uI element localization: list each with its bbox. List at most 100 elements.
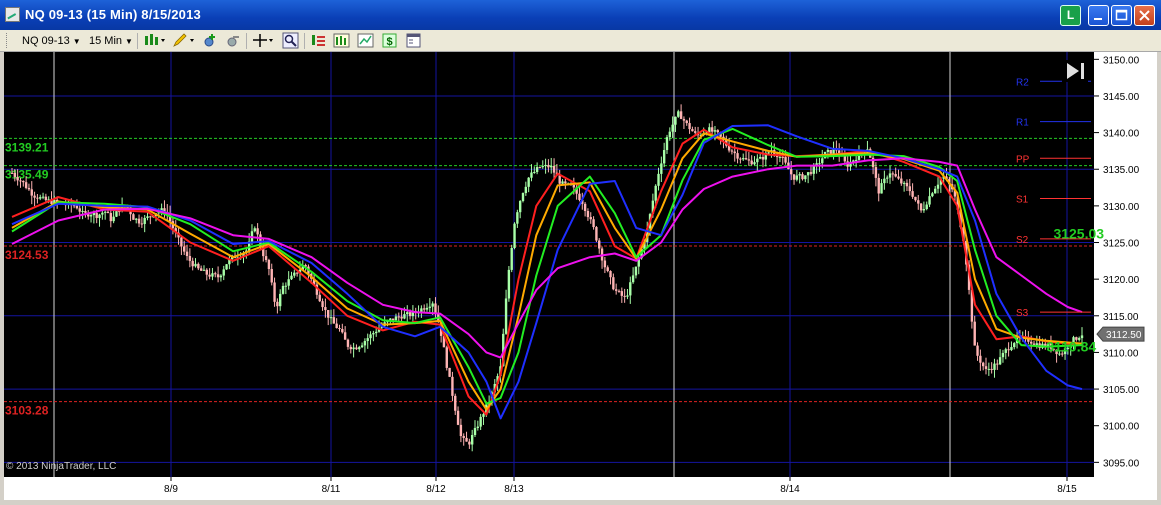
x-tick-label: 8/13 [504, 484, 524, 495]
zoom-out-button[interactable] [224, 32, 241, 49]
price-bar-body [922, 209, 926, 211]
price-bar-body [996, 363, 999, 365]
price-bar-body [694, 131, 697, 133]
price-bar-body [739, 158, 742, 160]
indicators-button[interactable] [310, 32, 327, 49]
price-bar-body [527, 177, 530, 187]
price-annotation: 3110.84 [1046, 339, 1096, 355]
price-bar-body [894, 173, 897, 177]
price-bar-body [671, 124, 674, 132]
data-box-button[interactable] [405, 32, 422, 49]
close-button[interactable] [1134, 5, 1155, 26]
price-bar-body [612, 277, 615, 290]
level-label: 3124.53 [5, 248, 49, 262]
chart-canvas[interactable]: 3139.213135.493124.533103.28 R2R1PPS1S2S… [4, 52, 1157, 500]
price-bar-body [106, 211, 110, 214]
maximize-button[interactable] [1111, 5, 1132, 26]
x-tick-label: 8/14 [780, 484, 800, 495]
price-bar-body [736, 153, 739, 159]
price-bar-body [742, 158, 745, 160]
y-tick-label: 3110.00 [1103, 348, 1139, 359]
price-bar-body [199, 268, 203, 271]
price-bar-body [1029, 341, 1033, 344]
price-bar-body [900, 178, 903, 184]
end-bar-icon [1081, 63, 1084, 79]
y-tick-label: 3115.00 [1103, 312, 1139, 323]
zoom-out-icon [227, 36, 239, 47]
price-bar-body [400, 316, 403, 319]
price-bar-body [818, 163, 821, 165]
price-bar-body [318, 294, 321, 302]
strategies-icon [333, 33, 350, 48]
price-bar-body [891, 173, 895, 175]
chevron-down-icon: ▼ [72, 37, 81, 46]
scroll-to-end-button[interactable] [1062, 60, 1088, 82]
price-bar-body [544, 164, 547, 167]
price-bar-body [343, 332, 347, 340]
price-bar-body [925, 204, 928, 210]
price-bar-body [987, 368, 991, 370]
price-bar-body [281, 285, 285, 294]
price-bar-body [598, 240, 601, 249]
price-bar-body [629, 282, 632, 296]
price-bar-body [295, 272, 299, 274]
price-bar-body [507, 269, 511, 299]
chart-properties-icon [357, 33, 374, 48]
price-bar-body [812, 166, 815, 174]
drawing-tools-button[interactable] [171, 32, 197, 49]
chart-properties-button[interactable] [357, 32, 374, 49]
chart-style-button[interactable] [142, 32, 168, 49]
price-bar-body [202, 269, 206, 271]
strategies-button[interactable] [333, 32, 350, 49]
price-bar-body [406, 312, 409, 315]
price-bar-body [677, 111, 680, 117]
magnify-button[interactable] [282, 32, 299, 49]
price-bar-body [112, 216, 115, 222]
window-titlebar[interactable]: NQ 09-13 (15 Min) 8/15/2013 L [0, 0, 1161, 30]
x-tick-label: 8/12 [426, 484, 446, 495]
link-button[interactable]: L [1060, 5, 1081, 26]
toolbar-separator [137, 33, 138, 49]
price-bar-body [140, 223, 144, 225]
price-chart[interactable]: 3139.21 3135.49 3124.53 3103.28 R2 R1 PP S1 S2 S… [4, 52, 1157, 500]
chart-toolbar: NQ 09-13 ▼ 15 Min ▼ $ [0, 30, 1161, 52]
price-bar-body [606, 267, 609, 272]
price-bar-body [287, 279, 290, 286]
price-bar-body [468, 441, 471, 445]
instrument-label: NQ 09-13 [22, 35, 70, 47]
price-bar-body [1010, 347, 1013, 351]
data-box-icon [406, 33, 421, 48]
price-bar-body [183, 246, 186, 252]
y-tick-label: 3095.00 [1103, 458, 1140, 469]
instrument-selector[interactable]: NQ 09-13 ▼ [22, 33, 81, 49]
y-tick-label: 3130.00 [1103, 202, 1140, 213]
price-bar-body [756, 158, 759, 163]
price-bar-body [214, 273, 217, 275]
price-bar-body [908, 186, 911, 192]
price-bar-body [888, 173, 892, 178]
price-bar-body [778, 156, 782, 158]
toolbar-grip[interactable] [6, 33, 9, 48]
price-bar-body [682, 118, 686, 121]
price-bar-body [341, 329, 344, 333]
toolbar-separator [246, 33, 247, 49]
price-bar-body [583, 203, 587, 211]
interval-selector[interactable]: 15 Min ▼ [89, 33, 133, 49]
price-bar-body [547, 164, 550, 168]
crosshair-button[interactable] [252, 32, 276, 49]
price-bar-body [919, 203, 923, 211]
price-bar-body [270, 269, 273, 283]
price-bar-body [219, 275, 223, 278]
price-bar-body [936, 184, 940, 189]
price-axis [1094, 52, 1157, 477]
price-bar-body [784, 157, 787, 163]
price-bar-body [795, 175, 799, 180]
order-entry-button[interactable]: $ [381, 32, 398, 49]
minimize-button[interactable] [1088, 5, 1109, 26]
price-bar-body [428, 306, 432, 308]
price-bar-body [558, 175, 561, 184]
zoom-in-button[interactable] [201, 32, 218, 49]
price-bar-body [374, 331, 378, 334]
price-bar-body [324, 307, 327, 311]
price-bar-body [572, 184, 576, 188]
